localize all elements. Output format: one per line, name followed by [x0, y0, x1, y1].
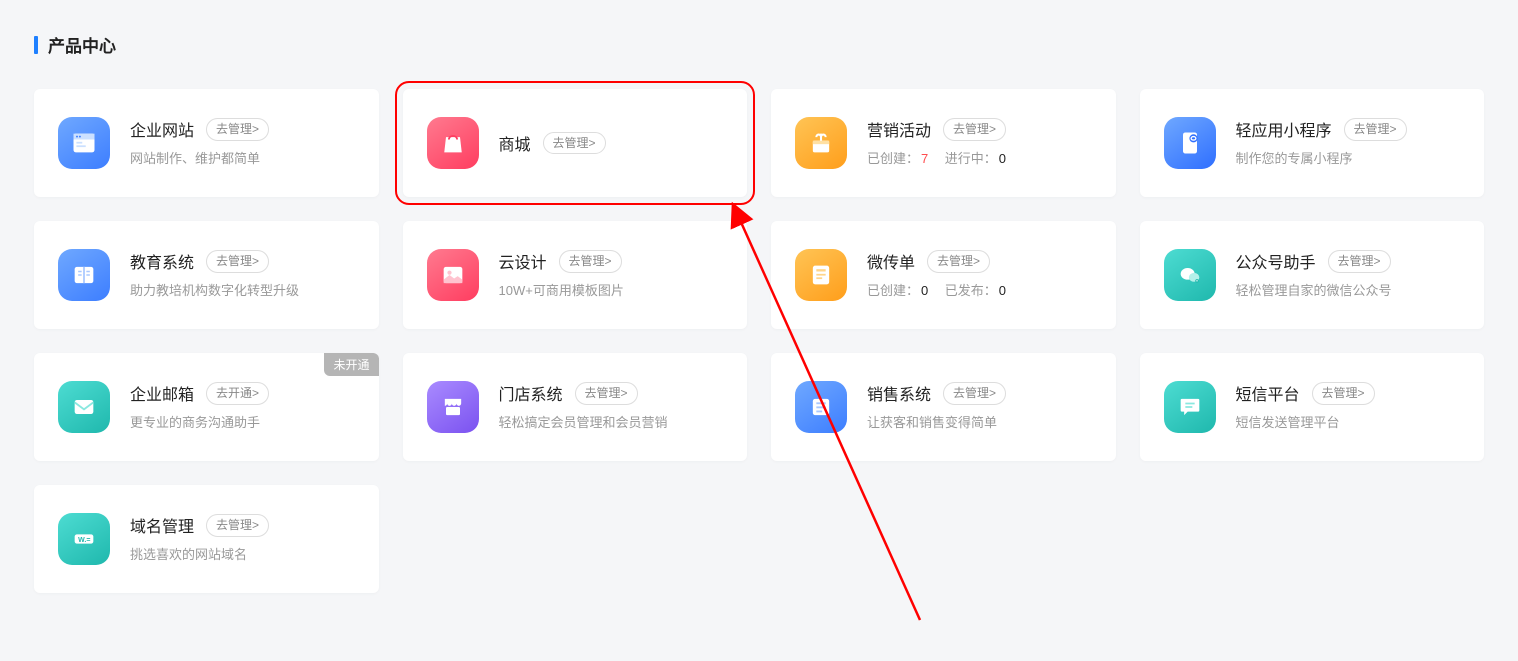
stat-running: 0: [999, 151, 1006, 166]
card-title: 门店系统: [499, 381, 563, 405]
card-stats: 已创建：7 进行中：0: [867, 149, 1096, 169]
manage-button[interactable]: 去管理>: [927, 250, 990, 273]
miniapp-icon: [1164, 117, 1216, 169]
email-icon: [58, 381, 110, 433]
card-desc: 制作您的专属小程序: [1236, 149, 1465, 169]
card-email[interactable]: 未开通 企业邮箱 去开通> 更专业的商务沟通助手: [34, 353, 379, 461]
card-title: 企业邮箱: [130, 381, 194, 405]
card-desc: 轻松搞定会员管理和会员营销: [499, 413, 728, 433]
card-miniapp[interactable]: 轻应用小程序 去管理> 制作您的专属小程序: [1140, 89, 1485, 197]
card-desc: 更专业的商务沟通助手: [130, 413, 359, 433]
stat-published: 0: [999, 283, 1006, 298]
manage-button[interactable]: 去管理>: [206, 250, 269, 273]
card-flyer[interactable]: 微传单 去管理> 已创建：0 已发布：0: [771, 221, 1116, 329]
design-icon: [427, 249, 479, 301]
card-title: 销售系统: [867, 381, 931, 405]
card-title: 域名管理: [130, 513, 194, 537]
title-accent-bar: [34, 36, 38, 54]
manage-button[interactable]: 去管理>: [575, 382, 638, 405]
card-sms[interactable]: 短信平台 去管理> 短信发送管理平台: [1140, 353, 1485, 461]
store-icon: [427, 381, 479, 433]
card-domain[interactable]: W.= 域名管理 去管理> 挑选喜欢的网站域名: [34, 485, 379, 593]
card-title: 微传单: [867, 249, 915, 273]
card-title: 商城: [499, 131, 531, 155]
card-wechat[interactable]: 公众号助手 去管理> 轻松管理自家的微信公众号: [1140, 221, 1485, 329]
stat-created-label: 已创建：: [867, 283, 919, 298]
stat-published-label: 已发布：: [945, 283, 997, 298]
sales-icon: [795, 381, 847, 433]
marketing-icon: [795, 117, 847, 169]
manage-button[interactable]: 去管理>: [1328, 250, 1391, 273]
manage-button[interactable]: 去管理>: [1344, 118, 1407, 141]
card-desc: 挑选喜欢的网站域名: [130, 545, 359, 565]
not-activated-badge: 未开通: [324, 353, 378, 376]
website-icon: [58, 117, 110, 169]
section-header: 产品中心: [34, 32, 1484, 57]
card-title: 企业网站: [130, 117, 194, 141]
flyer-icon: [795, 249, 847, 301]
card-education[interactable]: 教育系统 去管理> 助力教培机构数字化转型升级: [34, 221, 379, 329]
manage-button[interactable]: 去管理>: [943, 118, 1006, 141]
manage-button[interactable]: 去管理>: [206, 514, 269, 537]
manage-button[interactable]: 去管理>: [206, 118, 269, 141]
card-desc: 10W+可商用模板图片: [499, 281, 728, 301]
domain-icon: W.=: [58, 513, 110, 565]
card-desc: 助力教培机构数字化转型升级: [130, 281, 359, 301]
card-title: 教育系统: [130, 249, 194, 273]
card-stats: 已创建：0 已发布：0: [867, 281, 1096, 301]
card-desc: 轻松管理自家的微信公众号: [1236, 281, 1465, 301]
wechat-icon: [1164, 249, 1216, 301]
card-title: 云设计: [499, 249, 547, 273]
svg-text:W.=: W.=: [78, 537, 90, 544]
product-grid: 企业网站 去管理> 网站制作、维护都简单 商城 去管理>: [34, 89, 1484, 593]
stat-created-label: 已创建：: [867, 151, 919, 166]
sms-icon: [1164, 381, 1216, 433]
card-title: 轻应用小程序: [1236, 117, 1332, 141]
stat-created: 7: [921, 151, 928, 166]
stat-created: 0: [921, 283, 928, 298]
section-title: 产品中心: [48, 32, 116, 57]
card-desc: 网站制作、维护都简单: [130, 149, 359, 169]
activate-button[interactable]: 去开通>: [206, 382, 269, 405]
mall-icon: [427, 117, 479, 169]
card-design[interactable]: 云设计 去管理> 10W+可商用模板图片: [403, 221, 748, 329]
manage-button[interactable]: 去管理>: [543, 132, 606, 155]
manage-button[interactable]: 去管理>: [1312, 382, 1375, 405]
manage-button[interactable]: 去管理>: [559, 250, 622, 273]
card-title: 短信平台: [1236, 381, 1300, 405]
card-sales[interactable]: 销售系统 去管理> 让获客和销售变得简单: [771, 353, 1116, 461]
stat-running-label: 进行中：: [945, 151, 997, 166]
card-marketing[interactable]: 营销活动 去管理> 已创建：7 进行中：0: [771, 89, 1116, 197]
card-mall[interactable]: 商城 去管理>: [403, 89, 748, 197]
card-desc: 短信发送管理平台: [1236, 413, 1465, 433]
card-title: 公众号助手: [1236, 249, 1316, 273]
card-website[interactable]: 企业网站 去管理> 网站制作、维护都简单: [34, 89, 379, 197]
education-icon: [58, 249, 110, 301]
card-title: 营销活动: [867, 117, 931, 141]
manage-button[interactable]: 去管理>: [943, 382, 1006, 405]
card-store[interactable]: 门店系统 去管理> 轻松搞定会员管理和会员营销: [403, 353, 748, 461]
card-desc: 让获客和销售变得简单: [867, 413, 1096, 433]
